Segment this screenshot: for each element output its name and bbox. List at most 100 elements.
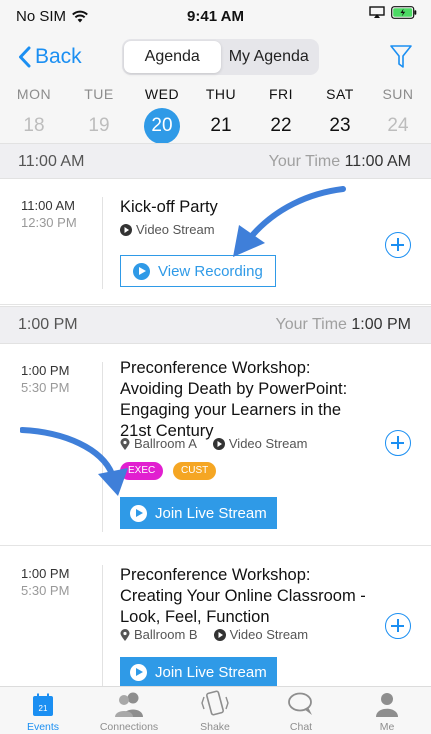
button-label: View Recording [158,262,263,280]
day-date: 22 [270,115,292,136]
calendar-day-number: 21 [39,704,48,713]
segment-agenda[interactable]: Agenda [124,41,221,73]
session-kick-off-party[interactable]: 11:00 AM 12:30 PM Kick-off Party Video S… [0,179,431,305]
stream-label: Video Stream [229,627,309,642]
day-tue[interactable]: TUE 19 [74,86,124,144]
day-name: THU [205,86,237,102]
tab-bar: 21 Events Connections Shake Chat Me [0,686,431,734]
play-icon [133,262,150,280]
back-button[interactable]: Back [18,45,82,69]
session-title: Preconference Workshop: Avoiding Death b… [120,359,348,440]
session-title: Kick-off Party [120,198,218,216]
screen-mirroring-icon [369,6,385,18]
tab-me[interactable]: Me [344,687,430,733]
session-meta: Video Stream [120,222,215,237]
week-day-picker: MON 18 TUE 19 WED 20 THU 21 FRI 22 SAT 2… [0,86,431,144]
slot-time: 11:00 AM [18,153,85,170]
button-label: Join Live Stream [155,504,267,522]
play-icon [130,504,147,522]
day-name: SUN [382,86,414,102]
location-pin-icon [120,437,130,450]
join-live-stream-button[interactable]: Join Live Stream [120,497,277,529]
day-name: SAT [326,86,354,102]
slot-time: 1:00 PM [18,316,78,333]
day-thu[interactable]: THU 21 [196,86,246,144]
tab-chat[interactable]: Chat [258,687,344,733]
your-time: Your Time 1:00 PM [275,316,412,333]
session-times: 1:00 PM 5:30 PM [21,565,69,599]
session-times: 1:00 PM 5:30 PM [21,362,69,396]
location-pin-icon [120,628,130,641]
filter-button[interactable] [389,44,413,75]
divider [102,565,103,689]
video-stream-icon [212,437,225,450]
day-fri[interactable]: FRI 22 [256,86,306,144]
day-date: 24 [387,115,409,136]
day-sat[interactable]: SAT 23 [315,86,365,144]
day-date: 23 [329,115,351,136]
battery-icon [391,6,417,19]
session-start: 11:00 AM [21,198,75,213]
location-label: Ballroom A [134,436,197,451]
video-stream-icon [120,223,132,236]
day-name: FRI [268,86,294,102]
day-sun[interactable]: SUN 24 [373,86,423,144]
day-name: TUE [84,86,114,102]
tab-events[interactable]: 21 Events [0,687,86,733]
session-title: Preconference Workshop: Creating Your On… [120,566,366,626]
selected-day-date: 20 [144,108,180,144]
tab-label: Connections [99,721,159,733]
add-to-agenda-button[interactable] [385,430,411,456]
tag-exec: EXEC [120,462,164,480]
status-bar: No SIM 9:41 AM [0,0,431,32]
video-stream-icon [213,628,226,641]
tab-label: Events [26,721,60,733]
play-icon [130,663,147,681]
divider [102,362,103,532]
day-mon[interactable]: MON 18 [9,86,59,144]
shake-phone-icon [201,690,229,716]
chevron-left-icon [19,46,31,68]
day-date: 21 [210,115,232,136]
session-start: 1:00 PM [21,363,70,378]
tab-shake[interactable]: Shake [172,687,258,733]
your-time: Your Time 11:00 AM [268,153,411,170]
view-recording-button[interactable]: View Recording [120,255,276,287]
stream-label: Video Stream [136,222,215,237]
session-creating-online-classroom[interactable]: 1:00 PM 5:30 PM Preconference Workshop: … [0,547,431,689]
add-to-agenda-button[interactable] [385,232,411,258]
join-live-stream-button[interactable]: Join Live Stream [120,657,277,687]
button-label: Join Live Stream [155,663,267,681]
tab-label: Shake [200,721,230,733]
add-to-agenda-button[interactable] [385,613,411,639]
day-name: MON [16,86,52,102]
status-time: 9:41 AM [187,8,244,25]
session-end: 5:30 PM [21,583,70,598]
session-times: 11:00 AM 12:30 PM [21,197,77,231]
day-name: WED [144,86,180,102]
agenda-segmented-control: Agenda My Agenda [122,39,319,75]
day-wed[interactable]: WED 20 [137,86,187,144]
filter-icon [390,45,412,68]
calendar-icon: 21 [33,693,53,716]
time-slot-header: 1:00 PM Your Time 1:00 PM [0,306,431,344]
chat-bubble-icon [288,692,312,715]
your-time-value: 1:00 PM [351,316,411,333]
back-label: Back [35,45,82,68]
session-meta: Ballroom A Video Stream [120,436,307,451]
tag-cust: CUST [173,462,217,480]
time-slot-header: 11:00 AM Your Time 11:00 AM [0,143,431,179]
segment-my-agenda[interactable]: My Agenda [221,41,318,73]
day-date: 19 [88,115,110,136]
location-label: Ballroom B [134,627,198,642]
navigation-bar: Back Agenda My Agenda [0,36,431,80]
header-area: No SIM 9:41 AM Back Agenda My Agenda MON… [0,0,431,144]
tab-label: Me [379,721,395,733]
person-icon [376,693,398,717]
session-end: 12:30 PM [21,215,77,230]
tab-connections[interactable]: Connections [86,687,172,733]
session-end: 5:30 PM [21,380,70,395]
session-avoiding-death-by-powerpoint[interactable]: 1:00 PM 5:30 PM Preconference Workshop: … [0,344,431,546]
stream-label: Video Stream [228,436,308,451]
session-meta: Ballroom B Video Stream [120,627,308,642]
